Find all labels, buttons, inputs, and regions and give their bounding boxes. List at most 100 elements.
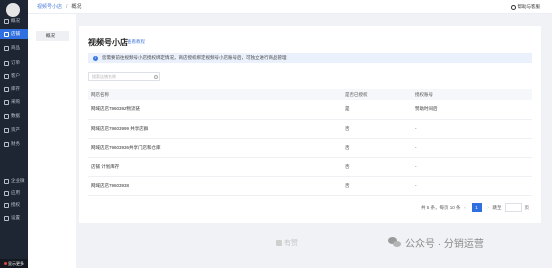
top-bar: 视频号小店 / 概况 帮助与客服 [28, 0, 552, 14]
secondary-nav: 概况 [28, 14, 76, 268]
sidebar-item-1[interactable]: 店铺 [0, 29, 28, 39]
sidebar-item-7[interactable]: 数据 [0, 111, 28, 121]
sidebar-item-12[interactable]: 授权 [0, 200, 28, 210]
search-field[interactable] [88, 72, 160, 81]
cell-shop-name: 店铺 计划库存 [88, 157, 342, 177]
tutorial-link[interactable]: 查看教程 [127, 39, 145, 45]
page-title: 视频号小店 [88, 38, 128, 47]
table-row: 网域店店79603999 共享店群否 - [88, 119, 532, 139]
help-service-button[interactable]: 帮助与客服 [510, 4, 541, 10]
table-row: 网域店店7960392物流链是赞助时间后 [88, 100, 532, 120]
sidebar-item-2[interactable]: 商品 [0, 43, 28, 53]
cell-account: - [412, 119, 532, 139]
apps-icon [4, 190, 9, 196]
customer-icon [4, 73, 9, 79]
column-header-authorized: 是否已授权 [342, 89, 412, 100]
main-sidebar: 概况店铺商品订单客户库存采购数据资产财务企业微应用授权设置 显示更多 [0, 0, 28, 268]
sidebar-item-label: 客户 [11, 73, 20, 78]
sidebar-item-4[interactable]: 客户 [0, 71, 28, 81]
sidebar-item-label: 应用 [11, 190, 20, 195]
pagination-summary: 共 5 条，每页 10 条 [420, 204, 461, 210]
notification-dot [4, 262, 7, 265]
sidebar-item-6[interactable]: 采购 [0, 97, 28, 107]
cell-shop-name: 网域店店79603938 [88, 176, 342, 196]
sidebar-item-label: 授权 [11, 202, 20, 207]
auth-icon [4, 202, 9, 208]
sidebar-item-label: 订单 [11, 60, 20, 65]
sidebar-item-10[interactable]: 企业微 [0, 176, 28, 186]
subnav-item-overview[interactable]: 概况 [36, 31, 69, 41]
order-icon [4, 60, 9, 66]
store-icon [4, 31, 9, 37]
search-input[interactable] [92, 74, 152, 79]
cell-authorized: 否 [342, 157, 412, 177]
cell-authorized: 否 [342, 138, 412, 158]
cell-account: - [412, 138, 532, 158]
breadcrumb-separator: / [66, 3, 68, 10]
sidebar-item-8[interactable]: 资产 [0, 125, 28, 135]
next-page-button[interactable]: › [484, 203, 493, 212]
sidebar-item-3[interactable]: 订单 [0, 58, 28, 68]
youzan-text: 有赞 [284, 240, 298, 247]
info-notice: i 您需要前往视频号小店授权绑定情况，商店授权绑定视频号小店账号后，可独立进行商… [88, 53, 532, 63]
breadcrumb-current: 概况 [71, 4, 82, 10]
wecom-icon [4, 178, 9, 184]
thumbs-up-icon [276, 240, 282, 246]
inventory-icon [4, 86, 9, 92]
column-header-shop-name: 网店名称 [88, 89, 342, 100]
sidebar-item-11[interactable]: 应用 [0, 188, 28, 198]
wechat-icon [388, 237, 402, 248]
cell-shop-name: 网域店店79603936共享门店和仓库 [88, 138, 342, 158]
sidebar-item-label: 商品 [11, 45, 20, 50]
pagination: 共 5 条，每页 10 条 ‹ 1 › 跳至 页 [421, 203, 529, 212]
help-search-icon [510, 4, 516, 10]
goto-label: 跳至 [492, 204, 502, 210]
table-row: 网域店店79603936共享门店和仓库否 - [88, 138, 532, 158]
data-icon [4, 113, 9, 119]
cell-authorized: 是 [342, 100, 412, 120]
sidebar-item-label: 资产 [11, 127, 20, 132]
finance-icon [4, 141, 9, 147]
sidebar-item-5[interactable]: 库存 [0, 84, 28, 94]
cell-account: 赞助时间后 [412, 100, 532, 120]
prev-page-button[interactable]: ‹ [461, 203, 470, 212]
wechat-watermark: 公众号 · 分销运营 [388, 235, 484, 250]
page-suffix: 页 [524, 204, 530, 210]
sidebar-item-label: 设置 [11, 215, 20, 220]
sidebar-item-13[interactable]: 设置 [0, 213, 28, 223]
table-header-row: 网店名称 是否已授权 授权账号 [88, 89, 532, 100]
sidebar-item-label: 财务 [11, 141, 20, 146]
goods-icon [4, 45, 9, 51]
help-label: 帮助与客服 [517, 4, 541, 9]
sidebar-item-label: 数据 [11, 113, 20, 118]
table-row: 店铺 计划库存否 - [88, 157, 532, 177]
cell-account: - [412, 157, 532, 177]
cell-shop-name: 网域店店7960392物流链 [88, 100, 342, 120]
sidebar-item-0[interactable]: 概况 [0, 16, 28, 26]
cell-shop-name: 网域店店79603999 共享店群 [88, 119, 342, 139]
show-more-label: 显示更多 [8, 260, 24, 266]
show-more-button[interactable]: 显示更多 [0, 259, 28, 268]
main-content: 视频号小店 查看教程 i 您需要前往视频号小店授权绑定情况，商店授权绑定视频号小… [79, 26, 541, 223]
sidebar-item-label: 企业微 [11, 178, 25, 183]
asset-icon [4, 127, 9, 133]
sidebar-item-9[interactable]: 财务 [0, 139, 28, 149]
page-number-current[interactable]: 1 [471, 203, 482, 212]
info-icon: i [93, 55, 98, 61]
shop-logo[interactable] [6, 3, 20, 17]
cell-account: - [412, 176, 532, 196]
cell-authorized: 否 [342, 176, 412, 196]
wechat-text: 公众号 · 分销运营 [405, 239, 484, 250]
settings-icon [4, 215, 9, 221]
column-header-account: 授权账号 [412, 89, 532, 100]
notice-text: 您需要前往视频号小店授权绑定情况，商店授权绑定视频号小店账号后，可独立进行商品管… [102, 55, 287, 60]
cell-authorized: 否 [342, 119, 412, 139]
search-icon[interactable] [154, 74, 158, 79]
sidebar-item-label: 采购 [11, 99, 20, 104]
sidebar-item-label: 库存 [11, 86, 20, 91]
goto-page-input[interactable] [504, 203, 522, 212]
sidebar-item-label: 店铺 [11, 31, 20, 36]
breadcrumb-link[interactable]: 视频号小店 [37, 3, 62, 10]
table-row: 网域店店79603938 否 - [88, 176, 532, 196]
youzan-watermark: 有赞 [276, 238, 298, 248]
